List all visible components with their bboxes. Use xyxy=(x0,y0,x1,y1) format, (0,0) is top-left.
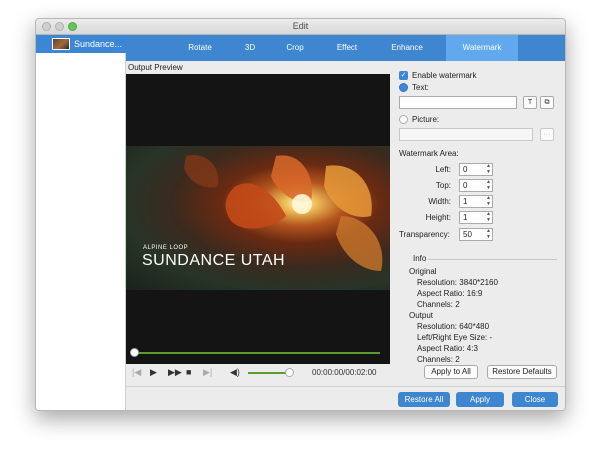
video-subtitle-text: ALPINE LOOP xyxy=(143,245,189,251)
tab-3d[interactable]: 3D xyxy=(236,35,264,61)
playback-controls: |◀ ▶ ▶▶ ■ ▶| ◀) 00:00:00/00:02:00 xyxy=(126,364,390,382)
window-title: Edit xyxy=(292,21,309,31)
progress-handle[interactable] xyxy=(130,348,139,357)
tab-crop[interactable]: Crop xyxy=(278,35,312,61)
volume-handle[interactable] xyxy=(285,368,294,377)
text-label: Text: xyxy=(412,83,429,92)
skip-back-icon[interactable]: |◀ xyxy=(132,367,141,378)
output-eye-size: Left/Right Eye Size: - xyxy=(417,333,493,342)
left-value: 0 xyxy=(463,165,468,174)
left-label: Left: xyxy=(435,165,451,174)
transparency-stepper[interactable]: 50 ▲ ▼ xyxy=(459,228,493,241)
info-divider xyxy=(428,259,557,260)
edit-window: Edit Sundance... Rotate 3D Crop Effect E… xyxy=(35,18,566,411)
time-display: 00:00:00/00:02:00 xyxy=(312,368,377,377)
width-stepper[interactable]: 1 ▲ ▼ xyxy=(459,195,493,208)
fast-forward-icon[interactable]: ▶▶ xyxy=(168,367,182,378)
apply-to-all-button[interactable]: Apply to All xyxy=(424,365,478,379)
top-label: Top: xyxy=(435,181,451,190)
volume-icon[interactable]: ◀) xyxy=(230,367,240,378)
top-stepper[interactable]: 0 ▲ ▼ xyxy=(459,179,493,192)
progress-track[interactable] xyxy=(130,348,380,357)
original-channels: Channels: 2 xyxy=(417,300,460,309)
top-value: 0 xyxy=(463,181,468,190)
restore-all-button[interactable]: Restore All xyxy=(398,392,450,407)
width-value: 1 xyxy=(463,197,468,206)
output-channels: Channels: 2 xyxy=(417,355,460,364)
watermark-panel: ✓ Enable watermark Text: T ⧉ Picture: ··… xyxy=(391,61,565,384)
left-stepper[interactable]: 0 ▲ ▼ xyxy=(459,163,493,176)
height-stepper[interactable]: 1 ▲ ▼ xyxy=(459,211,493,224)
browse-picture-button[interactable]: ··· xyxy=(540,128,554,141)
watermark-area-label: Watermark Area: xyxy=(399,149,459,158)
enable-watermark-label: Enable watermark xyxy=(412,71,477,80)
info-title: Info xyxy=(413,254,427,263)
tab-effect[interactable]: Effect xyxy=(326,35,368,61)
height-label: Height: xyxy=(425,213,451,222)
file-list-item[interactable]: Sundance... xyxy=(36,35,126,53)
volume-slider[interactable] xyxy=(248,368,294,377)
file-list: Sundance... xyxy=(36,35,126,410)
tab-watermark[interactable]: Watermark xyxy=(446,35,518,61)
restore-defaults-button[interactable]: Restore Defaults xyxy=(487,365,557,379)
width-label: Width: xyxy=(428,197,451,206)
text-radio[interactable] xyxy=(399,83,408,92)
enable-watermark-checkbox[interactable]: ✓ xyxy=(399,71,408,80)
stepper-arrows-icon[interactable]: ▲ ▼ xyxy=(486,163,491,175)
title-bar: Edit xyxy=(36,19,565,35)
transparency-label: Transparency: xyxy=(399,230,450,239)
stop-icon[interactable]: ■ xyxy=(186,367,191,377)
picture-label: Picture: xyxy=(412,115,440,124)
text-font-button[interactable]: T xyxy=(523,96,537,109)
preview-label: Output Preview xyxy=(128,63,183,72)
output-aspect-ratio: Aspect Ratio: 4:3 xyxy=(417,344,478,353)
picture-radio[interactable] xyxy=(399,115,408,124)
original-aspect-ratio: Aspect Ratio: 16:9 xyxy=(417,289,483,298)
close-button[interactable]: Close xyxy=(512,392,558,407)
height-value: 1 xyxy=(463,213,468,222)
output-title: Output xyxy=(409,311,434,320)
original-title: Original xyxy=(409,267,437,276)
stepper-arrows-icon[interactable]: ▲ ▼ xyxy=(486,228,491,240)
apply-button[interactable]: Apply xyxy=(456,392,504,407)
original-resolution: Resolution: 3840*2160 xyxy=(417,278,498,287)
video-frame: ALPINE LOOP SUNDANCE UTAH xyxy=(126,146,390,290)
stepper-arrows-icon[interactable]: ▲ ▼ xyxy=(486,195,491,207)
video-thumbnail xyxy=(52,38,70,50)
tab-enhance[interactable]: Enhance xyxy=(382,35,432,61)
output-resolution: Resolution: 640*480 xyxy=(417,322,490,331)
tab-rotate[interactable]: Rotate xyxy=(178,35,222,61)
skip-forward-icon[interactable]: ▶| xyxy=(203,367,212,378)
bottom-action-bar: Restore All Apply Close xyxy=(126,386,565,410)
video-preview: ALPINE LOOP SUNDANCE UTAH xyxy=(126,74,390,364)
video-title-text: SUNDANCE UTAH xyxy=(142,252,286,269)
picture-path-input[interactable] xyxy=(399,128,533,141)
stepper-arrows-icon[interactable]: ▲ ▼ xyxy=(486,211,491,223)
play-icon[interactable]: ▶ xyxy=(150,367,157,378)
watermark-text-input[interactable] xyxy=(399,96,517,109)
file-name: Sundance... xyxy=(74,39,123,49)
edit-tabs: Rotate 3D Crop Effect Enhance Watermark xyxy=(126,35,565,61)
transparency-value: 50 xyxy=(463,230,472,239)
stepper-arrows-icon[interactable]: ▲ ▼ xyxy=(486,179,491,191)
text-color-button[interactable]: ⧉ xyxy=(540,96,554,109)
